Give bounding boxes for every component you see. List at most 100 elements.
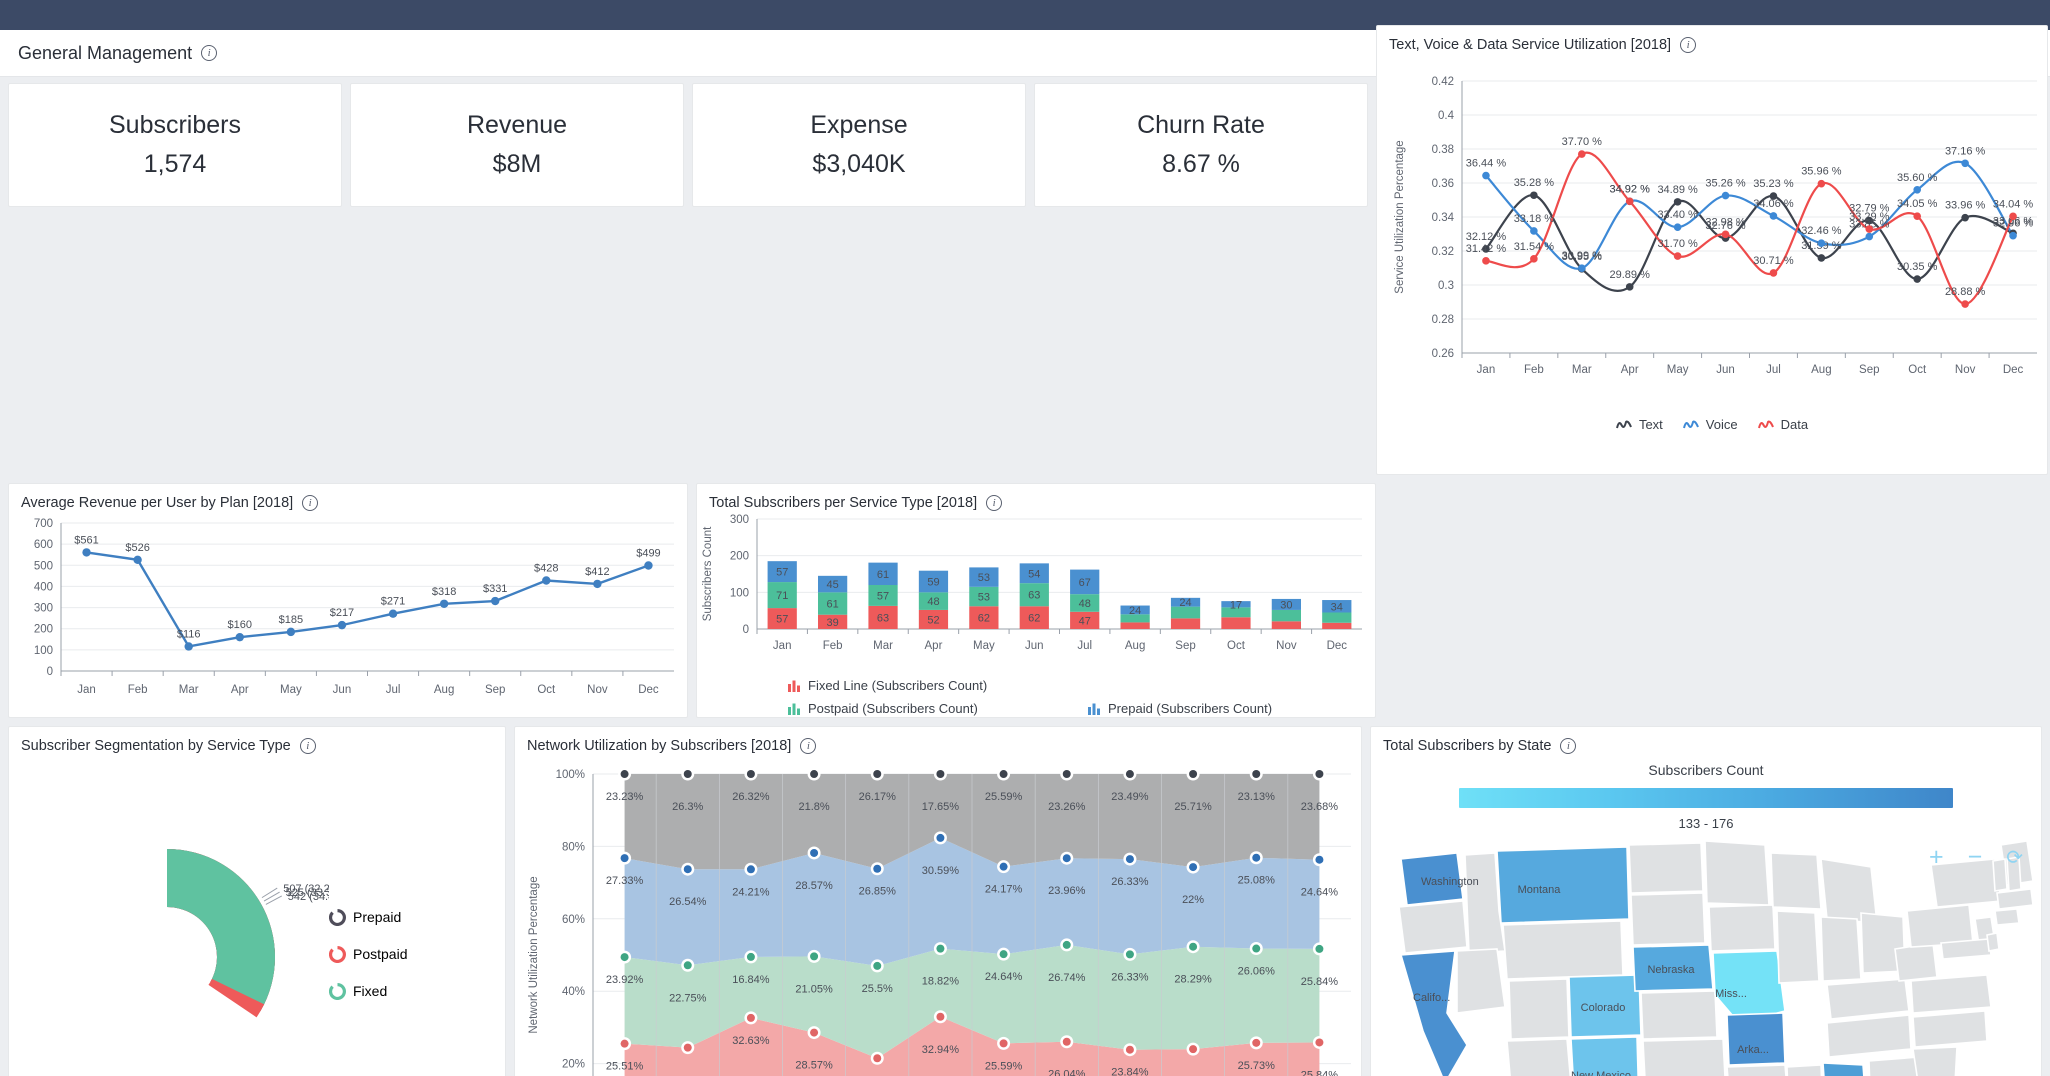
legend-item-prepaid[interactable]: Prepaid (329, 908, 407, 926)
svg-text:Sep: Sep (1175, 640, 1195, 652)
arpu-chart[interactable]: 0 100 200 300 400 500 600 700 $561 Jan $526 Feb $116… (9, 511, 689, 716)
map-state-il[interactable] (1776, 910, 1820, 984)
info-icon[interactable]: i (201, 45, 218, 61)
svg-text:33.18 %: 33.18 % (1514, 213, 1555, 225)
kpi-label: Expense (810, 111, 908, 139)
map-state-md[interactable] (1940, 938, 1992, 960)
legend-label: Postpaid (Subscribers Count) (808, 701, 978, 716)
map-state-mn[interactable] (1704, 840, 1770, 906)
kpi-card-subscribers[interactable]: Subscribers 1,574 (8, 83, 342, 207)
map-state-ut[interactable] (1508, 978, 1570, 1040)
info-icon[interactable]: i (1680, 37, 1697, 53)
bar-icon (788, 703, 800, 715)
map-state-label: Miss... (1715, 988, 1747, 1000)
svg-text:63: 63 (877, 612, 889, 624)
legend-label: Postpaid (353, 946, 408, 962)
map-state-label: Montana (1518, 884, 1562, 896)
legend-item-postpaid[interactable]: Postpaid (Subscribers Count) (787, 701, 1067, 716)
subscribers-service-type-chart[interactable]: 0 100 200 300 Subscribers Count 57 71 57 Jan 39 61… (697, 511, 1377, 671)
kpi-label: Subscribers (109, 111, 241, 139)
svg-text:100: 100 (34, 645, 53, 657)
svg-text:57: 57 (776, 567, 788, 579)
map-state-sc[interactable] (1912, 1046, 1958, 1076)
legend-label: Data (1780, 417, 1809, 432)
map-state-de[interactable] (1986, 932, 2000, 952)
svg-text:27.33%: 27.33% (606, 875, 644, 887)
svg-text:23.92%: 23.92% (606, 974, 644, 986)
svg-text:0: 0 (743, 624, 749, 636)
legend-item-data[interactable]: Data (1757, 417, 1809, 432)
map-state-ks[interactable] (1640, 990, 1718, 1040)
map-state-ok[interactable] (1642, 1038, 1726, 1076)
kpi-card-revenue[interactable]: Revenue $8M (350, 83, 684, 207)
svg-text:Feb: Feb (1524, 364, 1544, 376)
map-state-wi[interactable] (1770, 852, 1822, 910)
map-state-mo[interactable] (1712, 950, 1786, 1024)
svg-text:0: 0 (47, 666, 53, 678)
segmentation-donut-chart[interactable]: 525 (33.35%)542 (34.43%)507 (32.21%) (19, 809, 329, 1076)
svg-text:35.26 %: 35.26 % (1705, 178, 1746, 190)
info-icon[interactable]: i (800, 738, 817, 754)
legend-item-postpaid[interactable]: Postpaid (329, 945, 408, 963)
donut-icon (329, 908, 346, 926)
info-icon[interactable]: i (299, 738, 316, 754)
network-utilization-chart[interactable]: 0%20%40%60%80%100%Network Utilization Pe… (515, 754, 1363, 1076)
legend-item-prepaid[interactable]: Prepaid (Subscribers Count) (1087, 701, 1272, 716)
bar-icon (1088, 703, 1100, 715)
donut-icon (329, 945, 346, 963)
bar-icon (788, 680, 800, 692)
map-state-ct[interactable] (1994, 908, 2020, 926)
svg-text:23.68%: 23.68% (1301, 801, 1339, 813)
svg-text:34.04 %: 34.04 % (1993, 198, 2034, 210)
map-state-ia[interactable] (1708, 904, 1776, 952)
bars-legend: Fixed Line (Subscribers Count) Postpaid (… (697, 678, 1375, 716)
legend-item-voice[interactable]: Voice (1682, 417, 1738, 432)
map-state-nc[interactable] (1912, 1010, 1988, 1048)
svg-text:25.73%: 25.73% (1238, 1060, 1276, 1072)
map-state-nv[interactable] (1456, 948, 1506, 1014)
legend-item-text[interactable]: Text (1615, 417, 1663, 432)
map-state-sd[interactable] (1630, 892, 1706, 946)
legend-item-fixed[interactable]: Fixed (329, 982, 407, 1000)
map-state-wy[interactable] (1502, 920, 1624, 980)
svg-text:22.75%: 22.75% (669, 992, 707, 1004)
svg-text:507 (32.21%): 507 (32.21%) (283, 883, 329, 895)
kpi-card-expense[interactable]: Expense $3,040K (692, 83, 1026, 207)
legend-item-fixed[interactable]: Fixed Line (Subscribers Count) (787, 678, 1067, 693)
svg-text:25.59%: 25.59% (985, 1060, 1023, 1072)
text-voice-data-chart[interactable]: 0.26 0.28 0.3 0.32 0.34 0.36 0.38 0.4 0.42 Servic… (1377, 53, 2049, 408)
reset-map-button[interactable]: ⟳ (2006, 845, 2023, 870)
map-state-ar[interactable] (1726, 1012, 1786, 1066)
panel-title-text: Total Subscribers by State (1383, 738, 1552, 754)
svg-text:Aug: Aug (1125, 640, 1145, 652)
info-icon[interactable]: i (302, 495, 319, 511)
map-state-ms[interactable] (1786, 1064, 1823, 1076)
legend-label: Prepaid (Subscribers Count) (1108, 701, 1273, 716)
svg-text:700: 700 (34, 518, 53, 530)
map-state-az[interactable] (1506, 1038, 1573, 1076)
map-state-la[interactable] (1726, 1064, 1789, 1076)
svg-text:$412: $412 (585, 566, 609, 578)
kpi-card-churn-rate[interactable]: Churn Rate 8.67 % (1034, 83, 1368, 207)
map-state-ky[interactable] (1826, 978, 1910, 1020)
svg-text:Service Utilization Percentage: Service Utilization Percentage (1394, 140, 1406, 293)
svg-text:Dec: Dec (638, 684, 659, 696)
map-state-tn[interactable] (1826, 1014, 1912, 1058)
panel-title: Subscriber Segmentation by Service Type … (9, 727, 505, 754)
info-icon[interactable]: i (986, 495, 1003, 511)
map-state-nd[interactable] (1628, 842, 1704, 894)
map-state-ma[interactable] (1996, 888, 2034, 910)
svg-text:0.38: 0.38 (1432, 144, 1454, 156)
kpi-group: Subscribers 1,574 Revenue $8M Expense $3… (8, 83, 1368, 475)
zoom-in-button[interactable]: + (1929, 843, 1944, 872)
info-icon[interactable]: i (1560, 738, 1577, 754)
map-state-va[interactable] (1910, 974, 1992, 1014)
panel-text-voice-data: Text, Voice & Data Service Utilization [… (1376, 25, 2048, 475)
zoom-out-button[interactable]: − (1968, 843, 1983, 872)
map-state-or[interactable] (1398, 900, 1468, 954)
map-state-wv[interactable] (1894, 942, 1938, 982)
svg-text:Feb: Feb (128, 684, 148, 696)
svg-text:57: 57 (776, 614, 788, 626)
map-state-al[interactable] (1822, 1062, 1867, 1076)
map-state-in[interactable] (1820, 916, 1862, 982)
